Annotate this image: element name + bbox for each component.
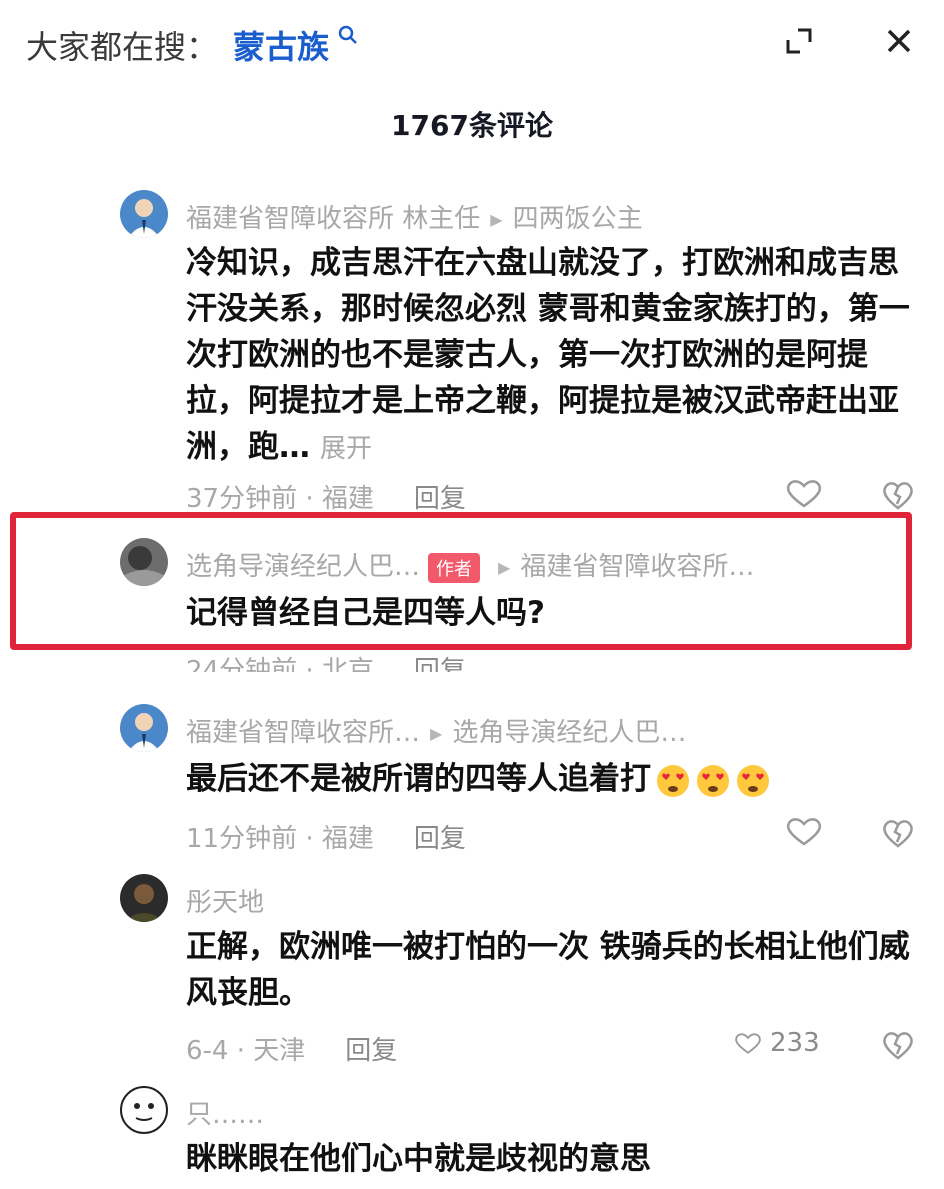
search-icon[interactable] [337, 24, 359, 46]
comment-body: 正解，欧洲唯一被打怕的一次 铁骑兵的长相让他们威风丧胆。 [186, 929, 910, 1011]
comment-username[interactable]: 福建省智障收容所 林主任 [186, 204, 480, 234]
reply-button[interactable]: 回复 [345, 1036, 397, 1066]
reply-to-username[interactable]: 四两饭公主 [513, 204, 643, 234]
comment-body: 冷知识，成吉思汗在六盘山就没了，打欧洲和成吉思汗没关系，那时候忽必烈 蒙哥和黄金… [186, 245, 910, 465]
close-icon[interactable] [882, 24, 916, 58]
reply-button[interactable]: 回复 [414, 824, 466, 854]
like-count: 233 [770, 1028, 820, 1058]
comment-body: 最后还不是被所谓的四等人追着打 [186, 761, 651, 797]
avatar[interactable] [120, 190, 168, 238]
avatar[interactable] [120, 1086, 168, 1134]
reply-arrow-icon: ▶ [490, 210, 503, 229]
heart-icon[interactable] [780, 476, 828, 510]
comment-time-location: 37分钟前 · 福建 [186, 484, 374, 514]
comment-username[interactable]: 彤天地 [186, 888, 264, 918]
emoji-heart-eyes-icon [697, 764, 729, 797]
top-bar: 大家都在搜： 蒙古族 [0, 0, 944, 90]
highlight-box [10, 512, 912, 650]
comment-time-location: 24分钟前 · 北京 [186, 656, 374, 672]
dislike-icon[interactable] [880, 476, 916, 512]
avatar[interactable] [120, 874, 168, 922]
emoji-heart-eyes-icon [657, 764, 689, 797]
dislike-icon[interactable] [880, 1026, 916, 1062]
fade-mask [692, 1136, 944, 1186]
reply-button[interactable]: 回复 [414, 656, 466, 672]
comment-time-location: 6-4 · 天津 [186, 1036, 306, 1066]
comment-text: 冷知识，成吉思汗在六盘山就没了，打欧洲和成吉思汗没关系，那时候忽必烈 蒙哥和黄金… [186, 240, 916, 472]
dislike-icon[interactable] [880, 814, 916, 850]
reply-arrow-icon: ▶ [430, 724, 443, 743]
hot-search-term[interactable]: 蒙古族 [233, 22, 329, 68]
comment-text: 最后还不是被所谓的四等人追着打 [186, 756, 916, 802]
hot-search-prefix: 大家都在搜： [26, 28, 219, 66]
expand-link[interactable]: 展开 [320, 434, 372, 464]
emoji-heart-eyes-icon [737, 764, 769, 797]
comment-username[interactable]: 福建省智障收容所… [186, 718, 420, 748]
expand-icon[interactable] [782, 24, 816, 58]
comment-time-location: 11分钟前 · 福建 [186, 824, 374, 854]
heart-icon[interactable] [730, 1028, 766, 1058]
comment-count: 1767条评论 [391, 109, 553, 142]
avatar[interactable] [120, 704, 168, 752]
reply-button[interactable]: 回复 [414, 484, 466, 514]
heart-icon[interactable] [780, 814, 828, 848]
reply-to-username[interactable]: 选角导演经纪人巴… [452, 718, 686, 748]
comment-username[interactable]: 只…… [186, 1100, 264, 1130]
